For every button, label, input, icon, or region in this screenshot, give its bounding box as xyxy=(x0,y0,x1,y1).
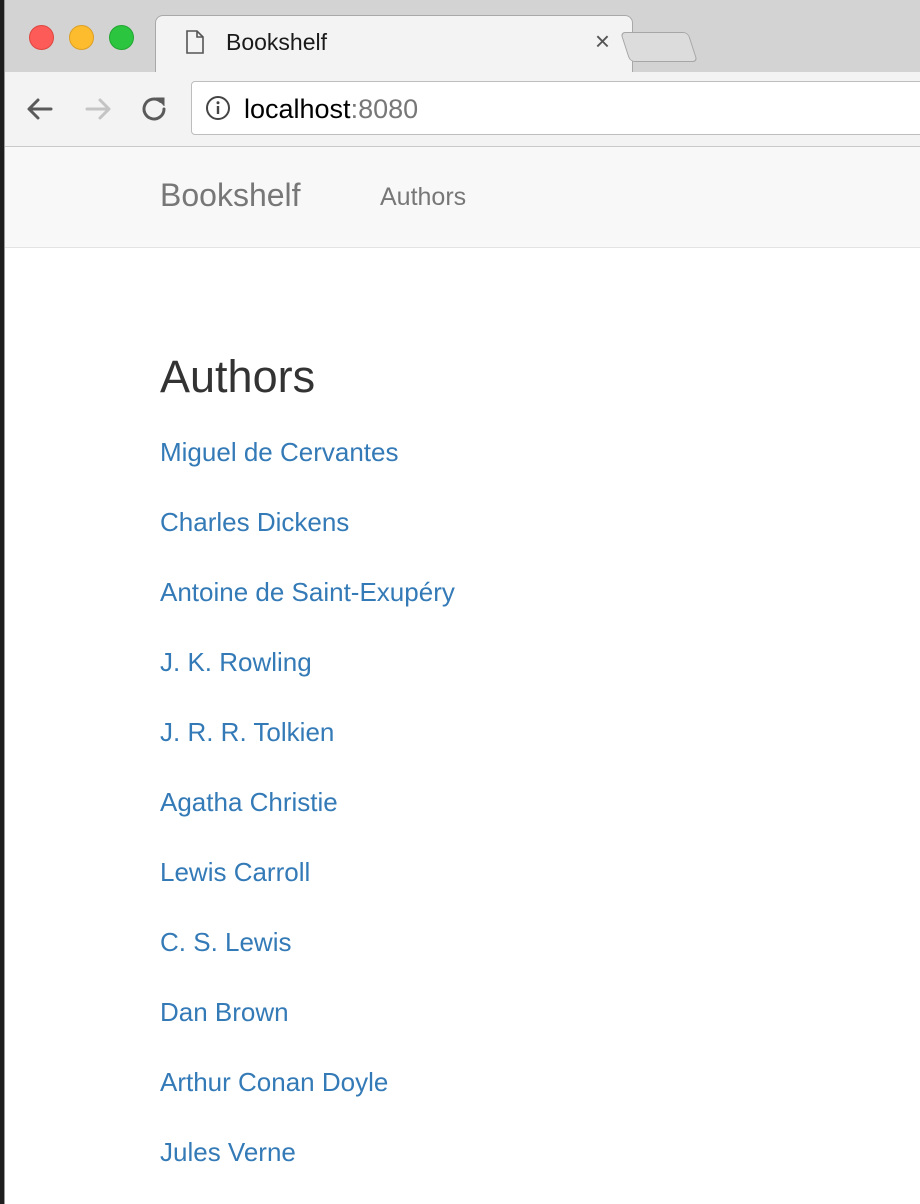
page-title: Authors xyxy=(160,351,316,402)
list-item: Jules Verne xyxy=(160,1132,455,1202)
list-item: Arthur Conan Doyle xyxy=(160,1062,455,1132)
nav-link-authors[interactable]: Authors xyxy=(380,183,466,212)
author-link[interactable]: Agatha Christie xyxy=(160,787,338,817)
url-host: localhost xyxy=(244,94,351,124)
tab-close-icon[interactable]: × xyxy=(595,26,610,56)
page-content: Bookshelf Authors Authors Miguel de Cerv… xyxy=(5,147,920,1204)
author-link[interactable]: Jules Verne xyxy=(160,1137,296,1167)
list-item: Dan Brown xyxy=(160,992,455,1062)
new-tab-button[interactable] xyxy=(620,32,698,62)
window-close-button[interactable] xyxy=(29,25,54,50)
page-document-icon xyxy=(186,30,204,54)
author-link[interactable]: Dan Brown xyxy=(160,997,289,1027)
list-item: Antoine de Saint-Exupéry xyxy=(160,572,455,642)
browser-window: Bookshelf × localhost:8080 Bookshelf Aut… xyxy=(4,0,920,1204)
reload-icon[interactable] xyxy=(137,92,171,126)
author-link[interactable]: Lewis Carroll xyxy=(160,857,310,887)
author-link[interactable]: J. K. Rowling xyxy=(160,647,312,677)
list-item: Agatha Christie xyxy=(160,782,455,852)
list-item: C. S. Lewis xyxy=(160,922,455,992)
list-item: Charles Dickens xyxy=(160,502,455,572)
author-link[interactable]: Charles Dickens xyxy=(160,507,349,537)
list-item: Lewis Carroll xyxy=(160,852,455,922)
tab-bookshelf[interactable]: Bookshelf × xyxy=(155,15,633,74)
navbar-brand[interactable]: Bookshelf xyxy=(160,177,301,214)
list-item: J. R. R. Tolkien xyxy=(160,712,455,782)
list-item: Miguel de Cervantes xyxy=(160,432,455,502)
url-text: localhost:8080 xyxy=(244,94,418,125)
author-link[interactable]: Arthur Conan Doyle xyxy=(160,1067,388,1097)
browser-toolbar: localhost:8080 xyxy=(5,72,920,147)
author-list: Miguel de Cervantes Charles Dickens Anto… xyxy=(160,432,455,1202)
author-link[interactable]: Miguel de Cervantes xyxy=(160,437,398,467)
window-minimize-button[interactable] xyxy=(69,25,94,50)
author-link[interactable]: J. R. R. Tolkien xyxy=(160,717,334,747)
list-item: J. K. Rowling xyxy=(160,642,455,712)
tab-strip: Bookshelf × xyxy=(5,0,920,74)
author-link[interactable]: C. S. Lewis xyxy=(160,927,292,957)
info-icon[interactable] xyxy=(205,95,231,121)
url-port: :8080 xyxy=(350,94,419,124)
address-bar[interactable]: localhost:8080 xyxy=(191,81,920,135)
window-maximize-button[interactable] xyxy=(109,25,134,50)
arrow-left-icon[interactable] xyxy=(23,92,57,126)
site-navbar: Bookshelf Authors xyxy=(5,147,920,248)
tab-title: Bookshelf xyxy=(226,29,328,55)
author-link[interactable]: Antoine de Saint-Exupéry xyxy=(160,577,455,607)
arrow-right-icon[interactable] xyxy=(81,92,115,126)
